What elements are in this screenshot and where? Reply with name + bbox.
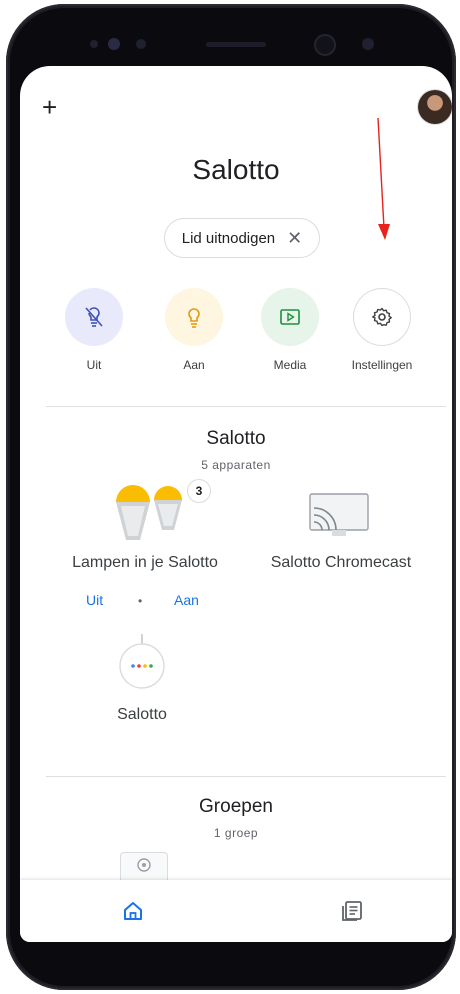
groups-title: Groepen [199,796,273,817]
home-icon[interactable] [120,898,146,924]
sensor-dot [90,40,98,48]
phone-frame: + Salotto Lid uitnodigen ✕ Uit Aan Media… [6,4,456,990]
action-label: Media [273,358,307,372]
room-title: Salotto [206,428,266,449]
action-label: Aan [183,358,205,372]
chromecast-tile[interactable] [256,480,426,590]
lamps-off-link[interactable]: Uit [86,592,103,608]
light-on-icon [165,288,223,346]
close-icon[interactable]: ✕ [287,228,302,249]
sensor-dot [108,38,120,50]
action-lights-on[interactable]: Aan [154,288,234,372]
lamp-group-tile[interactable]: 3 [60,480,230,610]
sensor-dot [136,39,146,49]
lamp-count-badge: 3 [188,480,210,502]
lamp-group-icon [116,485,182,540]
section-divider [46,406,446,407]
action-media[interactable]: Media [250,288,330,372]
action-settings[interactable]: Instellingen [342,288,422,372]
groups-count: 1 groep [213,826,259,840]
user-avatar[interactable] [418,90,452,124]
quick-actions: Uit Aan Media Instellingen [20,288,452,378]
lamps-on-link[interactable]: Aan [174,592,199,608]
settings-icon [353,288,411,346]
speaker-tile[interactable] [102,632,182,698]
action-label: Instellingen [351,358,413,372]
feed-icon[interactable] [340,898,366,924]
lamp-count-value: 3 [195,484,203,498]
section-divider [46,776,446,777]
invite-member-label: Lid uitnodigen [181,229,276,247]
separator-dot: • [138,594,143,608]
plus-icon[interactable]: + [42,94,57,120]
lamp-group-label: Lampen in je Salotto [72,554,218,571]
media-icon [261,288,319,346]
sensor-dot [362,38,374,50]
smart-speaker-icon [119,634,165,689]
chromecast-label: Salotto Chromecast [270,554,412,571]
speaker-label: Salotto [117,706,167,723]
action-lights-off[interactable]: Uit [54,288,134,372]
light-off-icon [65,288,123,346]
front-camera [316,36,334,54]
chromecast-icon [309,493,369,536]
earpiece-speaker [206,42,266,47]
app-screen: + Salotto Lid uitnodigen ✕ Uit Aan Media… [20,66,452,942]
phone-top-bezel [76,32,396,58]
invite-member-chip[interactable]: Lid uitnodigen ✕ [164,218,320,258]
action-label: Uit [86,358,102,372]
room-device-count: 5 apparaten [201,458,271,472]
bottom-navigation [20,880,452,942]
page-title: Salotto [192,154,280,185]
